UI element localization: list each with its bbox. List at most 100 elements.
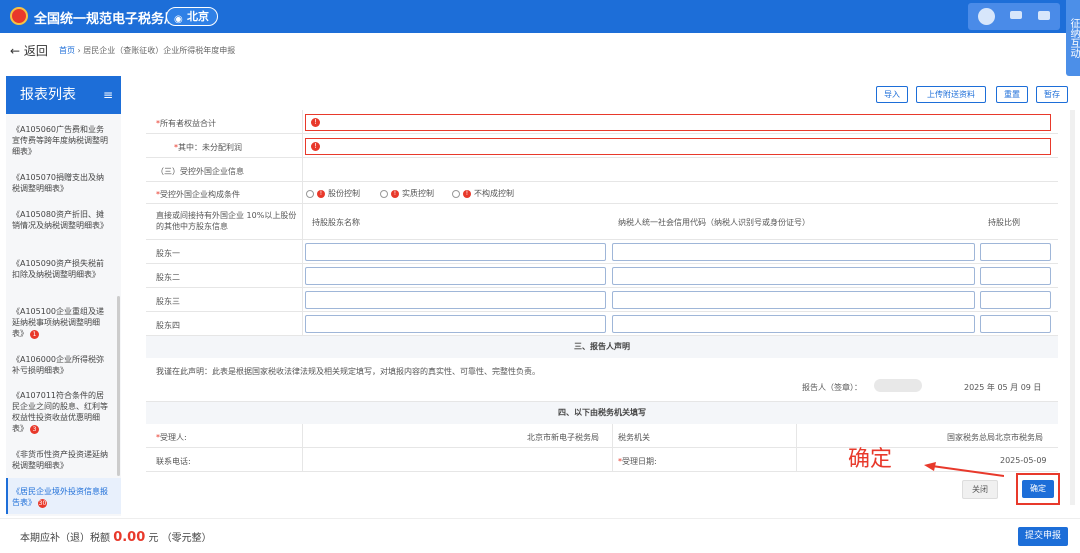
badge-count: 1: [30, 330, 39, 339]
radio-share-control[interactable]: ! 股份控制: [306, 188, 360, 199]
interaction-side-tab[interactable]: 征纳互动: [1066, 0, 1080, 76]
radio-no-control[interactable]: ! 不构成控制: [452, 188, 514, 199]
share-ratio-input[interactable]: [980, 267, 1051, 285]
sidebar-item-a105100[interactable]: 《A105100企业重组及递延纳税事项纳税调整明细表》 1: [12, 306, 110, 339]
location-pin-icon: ◉: [174, 14, 183, 25]
sidebar-item-a107011[interactable]: 《A107011符合条件的居民企业之间的股息、红利等权益性投资收益优惠明细表》 3: [12, 390, 110, 434]
confirm-highlight: 确定: [1016, 473, 1060, 505]
sidebar-item-label: 《非货币性资产投资递延纳税调整明细表》: [12, 450, 108, 470]
message-icon[interactable]: [1010, 11, 1022, 19]
field-label: *受控外国企业构成条件: [156, 190, 240, 199]
holder-table-header: 直接或间接持有外国企业 10%以上股份的其他中方股东信息 持股股东名称 纳税人统…: [146, 204, 1058, 240]
phone-row: 联系电话: *受理日期: 2025-05-09: [146, 448, 1058, 472]
sidebar-item-a105080[interactable]: 《A105080资产折旧、摊销情况及纳税调整明细表》: [12, 209, 110, 231]
breadcrumb-home[interactable]: 首页: [59, 46, 75, 55]
table-row: 股东一: [146, 240, 1058, 264]
form-row-undistributed: *其中：未分配利润 !: [146, 134, 1058, 158]
avatar-icon[interactable]: [978, 8, 995, 25]
breadcrumb-current: 居民企业（查账征收）企业所得税年度申报: [83, 46, 236, 55]
error-icon: !: [463, 189, 471, 198]
divider: [302, 110, 303, 336]
holder-name-input[interactable]: [305, 291, 606, 309]
section-declaration: 三、报告人声明: [146, 336, 1058, 358]
error-icon: !: [311, 142, 320, 151]
content-scrollbar[interactable]: [1070, 110, 1075, 505]
undistributed-profit-input[interactable]: !: [305, 138, 1051, 155]
holder-label: 股东三: [156, 297, 180, 306]
sidebar-header: 报表列表 ≡: [6, 76, 121, 114]
radio-substantive-control[interactable]: ! 实质控制: [380, 188, 434, 199]
authority-label: 税务机关: [618, 433, 650, 442]
back-label: 返回: [23, 44, 48, 58]
holder-header-label: 直接或间接持有外国企业 10%以上股份的其他中方股东信息: [156, 211, 297, 231]
credit-code-input[interactable]: [612, 243, 975, 261]
back-button[interactable]: ← 返回: [10, 42, 48, 59]
receiver-row: *受理人: 北京市新电子税务局 税务机关 国家税务总局北京市税务局: [146, 424, 1058, 448]
field-label: *所有者权益合计: [156, 119, 216, 128]
sidebar-item-a106000[interactable]: 《A106000企业所得税弥补亏损明细表》: [12, 354, 110, 376]
tax-summary: 本期应补（退）税额 0.00 元 （零元整）: [20, 529, 212, 545]
table-row: 股东四: [146, 312, 1058, 336]
holder-name-input[interactable]: [305, 243, 606, 261]
field-label: *受理日期:: [618, 457, 657, 466]
tax-suffix: 元 （零元整）: [148, 533, 212, 544]
report-date: 2025 年 05 月 09 日: [964, 383, 1042, 392]
signature-field[interactable]: [874, 379, 922, 392]
sidebar-item-a105070[interactable]: 《A105070捐赠支出及纳税调整明细表》: [12, 172, 110, 194]
table-row: 股东三: [146, 288, 1058, 312]
authority-value: 国家税务总局北京市税务局: [947, 433, 1043, 442]
tax-amount: 0.00: [113, 530, 146, 545]
holder-label: 股东二: [156, 273, 180, 282]
badge-count: 3: [30, 425, 39, 434]
upload-attachments-button[interactable]: 上传附送资料: [916, 86, 986, 103]
accept-date-value: 2025-05-09: [1000, 456, 1047, 465]
sidebar-item-label: 《A106000企业所得税弥补亏损明细表》: [12, 355, 105, 375]
credit-code-input[interactable]: [612, 267, 975, 285]
share-ratio-input[interactable]: [980, 291, 1051, 309]
share-ratio-input[interactable]: [980, 243, 1051, 261]
error-icon: !: [317, 189, 325, 198]
city-selector[interactable]: ◉ 北京: [166, 7, 218, 26]
sidebar-item-a105060[interactable]: 《A105060广告费和业务宣传费等跨年度纳税调整明细表》: [12, 124, 110, 157]
folder-icon[interactable]: [1038, 11, 1050, 20]
col-share-ratio: 持股比例: [988, 218, 1020, 227]
field-label: *其中：未分配利润: [174, 143, 242, 152]
confirm-button[interactable]: 确定: [1022, 480, 1054, 498]
declaration-row: 我谨在此声明：此表是根据国家税收法律法规及相关规定填写，对填报内容的真实性、可靠…: [146, 358, 1058, 402]
sidebar-item-label: 《居民企业境外投资信息报告表》: [12, 487, 108, 507]
error-icon: !: [391, 189, 399, 198]
divider: [796, 424, 797, 472]
tax-label: 本期应补（退）税额: [20, 533, 110, 544]
save-draft-button[interactable]: 暂存: [1036, 86, 1068, 103]
sidebar-item-label: 《A105080资产折旧、摊销情况及纳税调整明细表》: [12, 210, 108, 230]
share-ratio-input[interactable]: [980, 315, 1051, 333]
menu-icon[interactable]: ≡: [103, 76, 113, 114]
credit-code-input[interactable]: [612, 291, 975, 309]
form-row-equity: *所有者权益合计 !: [146, 110, 1058, 134]
import-button[interactable]: 导入: [876, 86, 908, 103]
credit-code-input[interactable]: [612, 315, 975, 333]
badge-count: 30: [38, 499, 47, 508]
sidebar-item-noncash[interactable]: 《非货币性资产投资递延纳税调整明细表》: [12, 449, 110, 471]
sidebar-item-label: 《A105070捐赠支出及纳税调整明细表》: [12, 173, 105, 193]
holder-label: 股东四: [156, 321, 180, 330]
sidebar-item-overseas-investment[interactable]: 《居民企业境外投资信息报告表》 30: [12, 486, 110, 508]
holder-name-input[interactable]: [305, 267, 606, 285]
sidebar-title: 报表列表: [20, 87, 76, 103]
footer-bar: 本期应补（退）税额 0.00 元 （零元整） 提交申报: [0, 518, 1080, 553]
sidebar-item-label: 《A105090资产损失税前扣除及纳税调整明细表》: [12, 259, 105, 279]
receiver-value: 北京市新电子税务局: [527, 433, 599, 442]
holder-name-input[interactable]: [305, 315, 606, 333]
divider: [302, 424, 303, 472]
reset-button[interactable]: 重置: [996, 86, 1028, 103]
sidebar-item-a105090[interactable]: 《A105090资产损失税前扣除及纳税调整明细表》: [12, 258, 110, 280]
close-button[interactable]: 关闭: [962, 480, 998, 499]
table-row: 股东二: [146, 264, 1058, 288]
breadcrumb: 首页 › 居民企业（查账征收）企业所得税年度申报: [59, 45, 235, 56]
user-toolbar: [968, 3, 1060, 30]
section-tax-authority: 四、以下由税务机关填写: [146, 402, 1058, 424]
submit-declaration-button[interactable]: 提交申报: [1018, 527, 1068, 546]
equity-total-input[interactable]: !: [305, 114, 1051, 131]
sidebar-scrollbar[interactable]: [117, 296, 120, 476]
city-label: 北京: [187, 10, 209, 23]
